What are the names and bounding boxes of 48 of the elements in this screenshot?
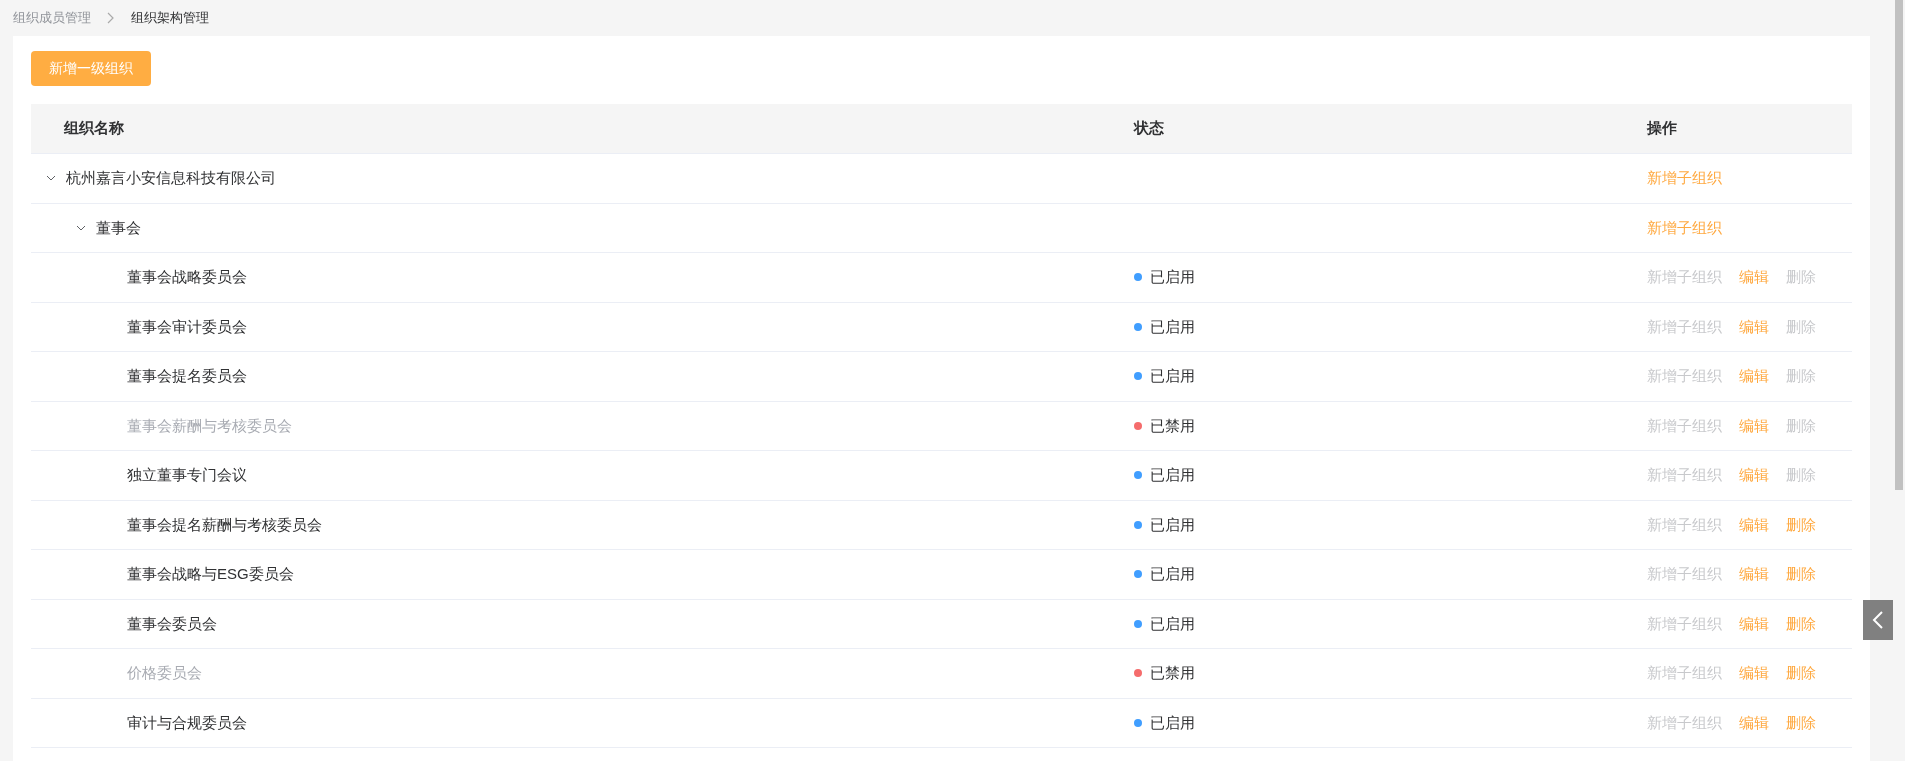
- org-name: 审计与合规委员会: [127, 712, 247, 733]
- action-link[interactable]: 编辑: [1739, 711, 1769, 734]
- add-top-level-org-button[interactable]: 新增一级组织: [31, 51, 151, 86]
- action-link[interactable]: 编辑: [1739, 513, 1769, 536]
- action-link[interactable]: 删除: [1786, 612, 1816, 635]
- action-link[interactable]: 删除: [1786, 513, 1816, 536]
- status-label: 已启用: [1150, 465, 1195, 485]
- action-link[interactable]: 编辑: [1739, 612, 1769, 635]
- status-label: 已启用: [1150, 613, 1195, 634]
- action-link[interactable]: 编辑: [1739, 315, 1769, 338]
- org-name: 董事会委员会: [127, 613, 217, 634]
- breadcrumb-link[interactable]: 组织成员管理: [13, 8, 91, 28]
- expand-caret-icon[interactable]: [46, 175, 56, 182]
- column-header: 组织名称: [64, 118, 124, 139]
- org-name: 董事会: [96, 217, 141, 238]
- org-name: 独立董事专门会议: [127, 465, 247, 485]
- scrollbar-thumb[interactable]: [1895, 0, 1903, 490]
- collapse-panel-button[interactable]: [1863, 600, 1893, 640]
- org-name: 董事会提名薪酬与考核委员会: [127, 514, 322, 535]
- action-link[interactable]: 编辑: [1739, 365, 1769, 388]
- org-name: 董事会战略与ESG委员会: [127, 564, 294, 584]
- org-name: 董事会薪酬与考核委员会: [127, 415, 292, 436]
- action-link[interactable]: 删除: [1786, 563, 1816, 586]
- column-header: 状态: [1134, 118, 1164, 139]
- chevron-left-icon: [1872, 610, 1884, 630]
- status-label: 已启用: [1150, 316, 1195, 337]
- breadcrumb-current: 组织架构管理: [131, 9, 209, 28]
- status-label: 已禁用: [1150, 415, 1195, 436]
- action-link[interactable]: 删除: [1786, 711, 1816, 734]
- org-name: 价格委员会: [127, 663, 202, 683]
- org-name: 董事会战略委员会: [127, 267, 247, 287]
- chevron-right-icon: [107, 12, 115, 24]
- status-label: 已禁用: [1150, 663, 1195, 683]
- action-link[interactable]: 编辑: [1739, 266, 1769, 289]
- status-label: 已启用: [1150, 366, 1195, 386]
- expand-caret-icon[interactable]: [76, 224, 86, 231]
- action-link[interactable]: 新增子组织: [1647, 167, 1722, 190]
- column-header: 操作: [1647, 118, 1677, 139]
- status-label: 已启用: [1150, 564, 1195, 584]
- action-link[interactable]: 编辑: [1739, 464, 1769, 487]
- org-name: 杭州嘉言小安信息科技有限公司: [66, 168, 276, 188]
- action-link[interactable]: 编辑: [1739, 563, 1769, 586]
- status-label: 已启用: [1150, 712, 1195, 733]
- action-link[interactable]: 新增子组织: [1647, 216, 1722, 239]
- org-name: 董事会提名委员会: [127, 366, 247, 386]
- status-label: 已启用: [1150, 267, 1195, 287]
- org-name: 董事会审计委员会: [127, 316, 247, 337]
- status-label: 已启用: [1150, 514, 1195, 535]
